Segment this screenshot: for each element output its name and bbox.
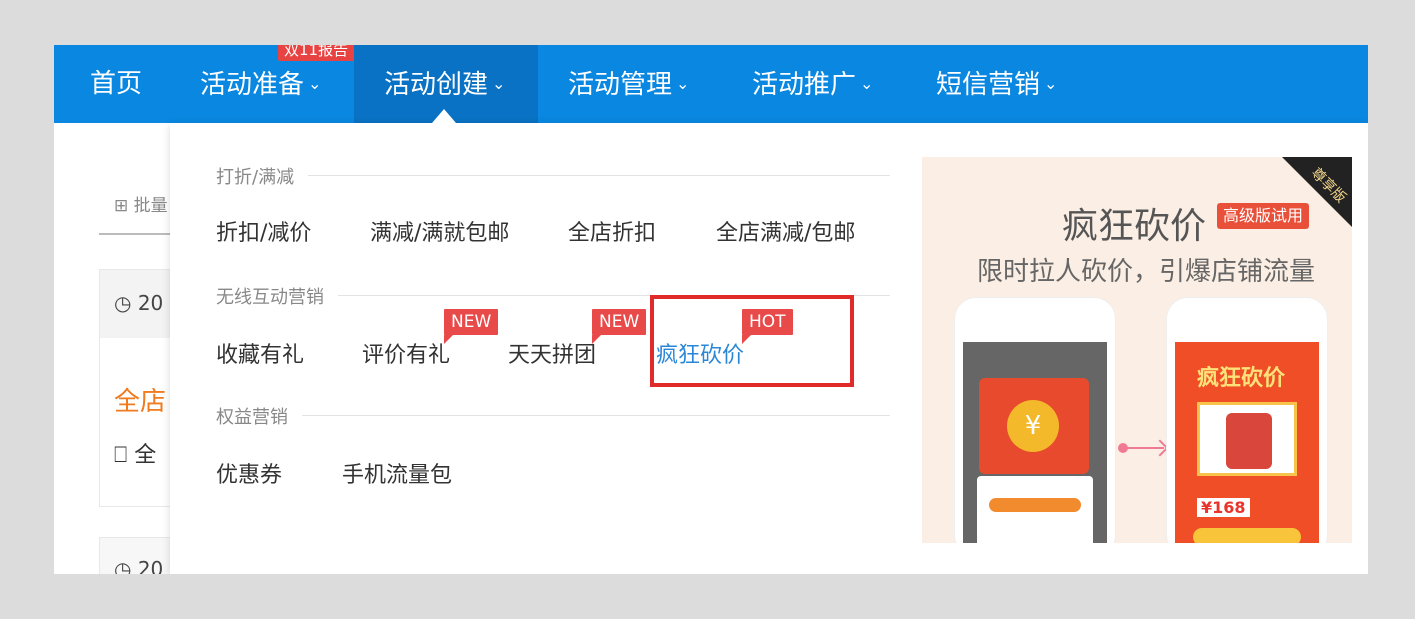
menu-link-favorite-gift[interactable]: 收藏有礼 xyxy=(216,337,304,369)
phone-button xyxy=(989,498,1081,512)
nav-item-activity-promote[interactable]: 活动推广 ⌄ xyxy=(752,45,873,123)
menu-link-group-buy[interactable]: 天天拼团 xyxy=(508,337,596,369)
section-divider xyxy=(216,175,890,176)
top-nav: 首页 活动准备 ⌄ 活动创建 ⌄ 活动管理 ⌄ 活动推广 ⌄ 短信营销 ⌄ 双11报告 xyxy=(54,45,1368,123)
menu-link-full-reduction[interactable]: 满减/满就包邮 xyxy=(370,215,509,247)
phone-title: 疯狂砍价 xyxy=(1197,366,1286,391)
chevron-down-icon: ⌄ xyxy=(492,74,506,93)
shirt-icon xyxy=(1226,413,1272,469)
menu-link-discount-price[interactable]: 折扣/减价 xyxy=(216,215,311,247)
phone-screen: 疯狂砍价 ¥168 xyxy=(1175,342,1319,543)
menu-link-store-full-reduction[interactable]: 全店满减/包邮 xyxy=(716,215,855,247)
nav-item-sms-marketing[interactable]: 短信营销 ⌄ xyxy=(936,45,1057,123)
chevron-down-icon: ⌄ xyxy=(1044,74,1058,93)
double11-report-badge[interactable]: 双11报告 xyxy=(278,45,355,61)
promo-badge: 高级版试用 xyxy=(1217,203,1310,229)
app-frame: ⊞ 批量 ◷ 20 全店 ⎕ 全 ◷ 20 首页 活动准备 ⌄ 活动创建 ⌄ 活动管… xyxy=(54,45,1368,574)
promo-title: 疯狂砍价 xyxy=(1062,206,1207,247)
activity-create-dropdown: 打折/满减 折扣/减价 满减/满就包邮 全店折扣 全店满减/包邮 无线互动营销 … xyxy=(170,123,1368,574)
promo-banner[interactable]: 尊享版 疯狂砍价 高级版试用 限时拉人砍价，引爆店铺流量 ¥ 疯狂砍价 ¥168 xyxy=(922,157,1352,543)
new-tag: NEW xyxy=(592,309,647,344)
phone-button xyxy=(1193,528,1301,543)
menu-link-data-package[interactable]: 手机流量包 xyxy=(342,457,452,489)
arrow-right-icon xyxy=(1118,443,1164,453)
coin-icon: ¥ xyxy=(1007,400,1059,452)
chevron-down-icon: ⌄ xyxy=(308,74,322,93)
product-image xyxy=(1197,402,1297,476)
chevron-down-icon: ⌄ xyxy=(860,74,874,93)
nav-item-home[interactable]: 首页 xyxy=(90,45,142,123)
phone-mockup-right: 疯狂砍价 ¥168 xyxy=(1166,297,1328,543)
batch-button[interactable]: ⊞ 批量 xyxy=(114,191,168,216)
batch-icon: ⊞ xyxy=(114,196,129,216)
document-icon: ⎕ xyxy=(114,443,128,468)
phone-card xyxy=(977,476,1093,543)
menu-link-review-gift[interactable]: 评价有礼 xyxy=(362,337,450,369)
section-title-wireless: 无线互动营销 xyxy=(216,283,338,309)
section-title-discount: 打折/满减 xyxy=(216,163,309,189)
phone-mockup-left: ¥ xyxy=(954,297,1116,543)
product-price: ¥168 xyxy=(1197,498,1250,517)
clock-icon: ◷ xyxy=(114,291,132,315)
menu-link-coupon[interactable]: 优惠券 xyxy=(216,457,282,489)
section-title-benefits: 权益营销 xyxy=(216,403,302,429)
menu-link-store-discount[interactable]: 全店折扣 xyxy=(568,215,656,247)
activity-date-2: ◷ 20 xyxy=(114,557,163,574)
activity-date: ◷ 20 xyxy=(114,291,164,315)
clock-icon: ◷ xyxy=(114,557,132,574)
nav-item-activity-manage[interactable]: 活动管理 ⌄ xyxy=(568,45,689,123)
activity-title[interactable]: 全店 xyxy=(114,381,166,418)
activity-scope: ⎕ 全 xyxy=(114,443,157,468)
phone-screen: ¥ xyxy=(963,342,1107,543)
highlight-box xyxy=(650,295,854,387)
section-divider xyxy=(216,415,890,416)
chevron-down-icon: ⌄ xyxy=(676,74,690,93)
new-tag: NEW xyxy=(444,309,499,344)
dropdown-caret xyxy=(432,109,456,123)
promo-subtitle: 限时拉人砍价，引爆店铺流量 xyxy=(977,257,1316,287)
